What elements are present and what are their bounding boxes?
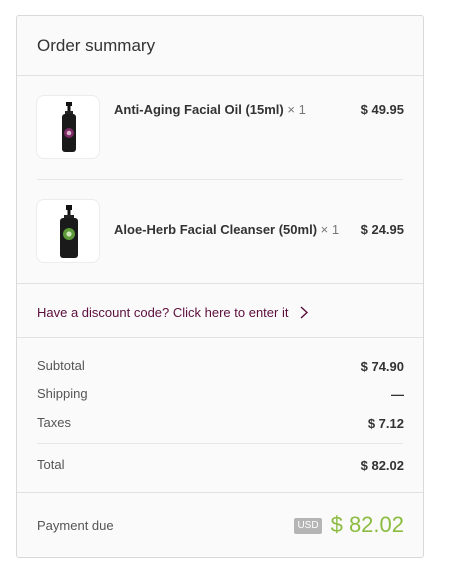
currency-badge: USD	[294, 518, 322, 534]
product-title: Aloe-Herb Facial Cleanser (50ml)	[114, 222, 318, 237]
product-quantity: × 1	[320, 222, 340, 237]
shipping-label: Shipping	[37, 386, 88, 401]
line-item: Aloe-Herb Facial Cleanser (50ml) × 1 $ 2…	[17, 180, 423, 284]
order-summary-card: Order summary Anti-Aging Facial Oil (15m…	[16, 15, 424, 558]
products-divider	[17, 283, 423, 284]
product-name: Aloe-Herb Facial Cleanser (50ml) × 1	[114, 222, 339, 237]
product-quantity: × 1	[287, 102, 306, 117]
discount-code-link[interactable]: Have a discount code? Click here to ente…	[37, 305, 310, 320]
product-thumbnail	[36, 199, 100, 263]
discount-divider	[17, 337, 423, 338]
line-item: Anti-Aging Facial Oil (15ml) × 1 $ 49.95	[17, 76, 423, 180]
taxes-value: $ 7.12	[367, 416, 404, 431]
order-summary-title: Order summary	[37, 36, 156, 55]
subtotal-label: Subtotal	[37, 358, 85, 373]
payment-divider	[17, 492, 423, 493]
subtotal-value: $ 74.90	[360, 359, 404, 374]
product-price: $ 24.95	[360, 222, 404, 237]
product-title: Anti-Aging Facial Oil (15ml)	[114, 102, 284, 117]
total-label: Total	[37, 457, 65, 472]
product-name: Anti-Aging Facial Oil (15ml) × 1	[114, 102, 306, 117]
product-thumbnail	[36, 95, 100, 159]
total-value: $ 82.02	[360, 458, 404, 473]
payment-due-label: Payment due	[37, 518, 114, 533]
taxes-label: Taxes	[37, 415, 71, 430]
product-price: $ 49.95	[360, 102, 404, 117]
oil-bottle-icon	[62, 102, 76, 152]
chevron-right-icon	[300, 306, 309, 319]
payment-due-amount: $ 82.02	[330, 512, 404, 537]
cleanser-bottle-icon	[60, 205, 78, 258]
shipping-value: —	[391, 387, 404, 402]
totals-divider	[37, 443, 403, 444]
discount-code-text: Have a discount code? Click here to ente…	[37, 305, 289, 320]
